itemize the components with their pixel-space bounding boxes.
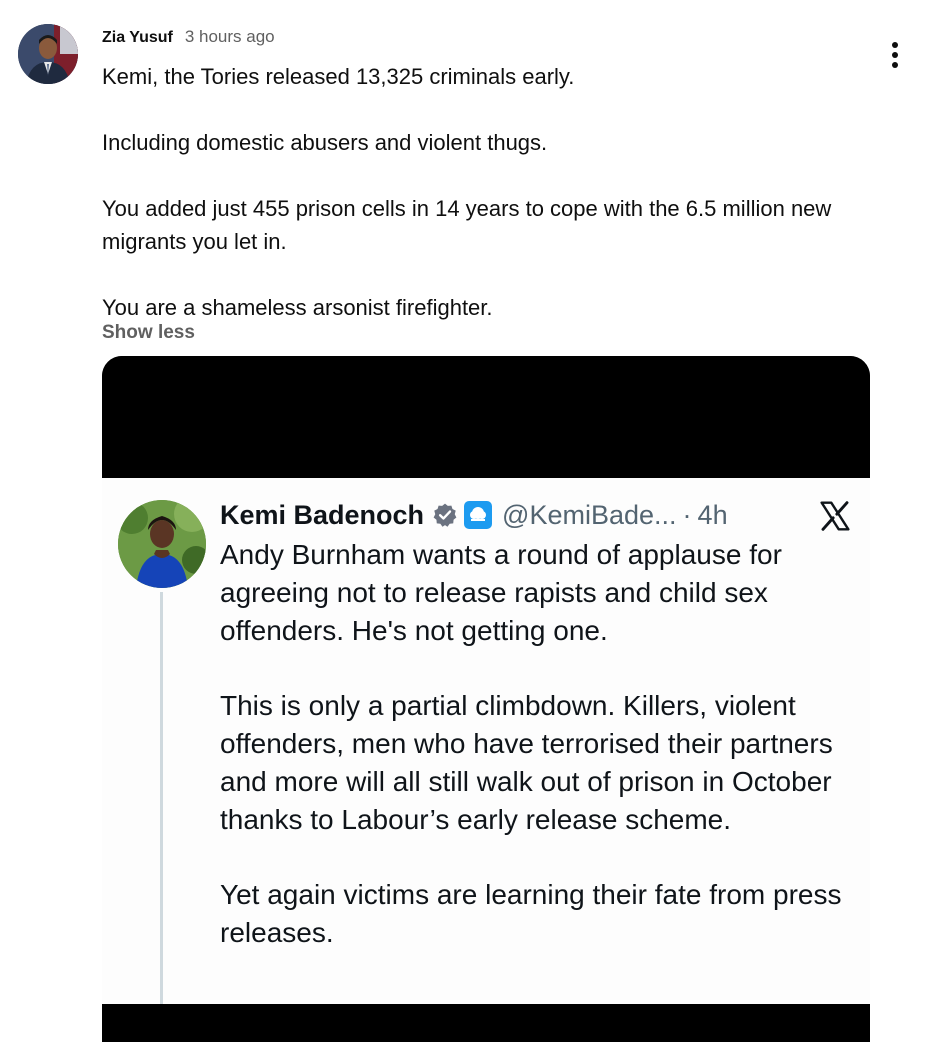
comment-paragraph: Including domestic abusers and violent t…	[102, 130, 548, 155]
comment-timestamp[interactable]: 3 hours ago	[185, 27, 275, 47]
tweet-paragraph: Andy Burnham wants a round of applause f…	[220, 539, 782, 646]
comment-card: Zia Yusuf 3 hours ago Kemi, the Tories r…	[0, 0, 946, 1042]
more-options-button[interactable]	[878, 38, 912, 72]
affiliate-badge-icon	[464, 501, 493, 529]
image-letterbox-top	[102, 356, 870, 478]
comment-body: Kemi, the Tories released 13,325 crimina…	[102, 60, 882, 324]
avatar[interactable]	[18, 24, 78, 84]
tweet-avatar-image	[118, 500, 206, 588]
comment-paragraph: Kemi, the Tories released 13,325 crimina…	[102, 64, 575, 89]
verified-badge-icon	[433, 503, 457, 527]
show-less-button[interactable]: Show less	[102, 322, 195, 344]
tweet-timestamp: 4h	[697, 499, 728, 530]
x-logo-icon	[820, 501, 850, 531]
tree-icon	[470, 507, 487, 521]
tweet-header: Kemi Badenoch @KemiBade... · 4h	[220, 498, 728, 532]
more-vertical-icon-dot	[892, 62, 898, 68]
attached-image[interactable]: Kemi Badenoch @KemiBade... · 4h Andy Bur…	[102, 356, 870, 1042]
tweet-paragraph: Yet again victims are learning their fat…	[220, 879, 842, 948]
thread-line	[160, 592, 163, 1004]
tweet-avatar	[118, 500, 206, 588]
tweet-author-name: Kemi Badenoch	[220, 499, 425, 530]
author-name[interactable]: Zia Yusuf	[102, 29, 173, 47]
tweet-handle: @KemiBade...	[502, 499, 677, 530]
comment-paragraph: You are a shameless arsonist firefighter…	[102, 295, 493, 320]
more-vertical-icon	[892, 42, 898, 48]
comment-paragraph: You added just 455 prison cells in 14 ye…	[102, 196, 832, 254]
comment-header: Zia Yusuf 3 hours ago	[102, 27, 275, 47]
more-vertical-icon-dot	[892, 52, 898, 58]
tweet-body: Andy Burnham wants a round of applause f…	[220, 536, 860, 952]
tweet-separator: ·	[682, 499, 692, 530]
tweet-paragraph: This is only a partial climbdown. Killer…	[220, 690, 833, 835]
avatar-image	[18, 24, 78, 84]
tweet-screenshot: Kemi Badenoch @KemiBade... · 4h Andy Bur…	[102, 478, 870, 1004]
image-letterbox-bottom	[102, 1004, 870, 1042]
